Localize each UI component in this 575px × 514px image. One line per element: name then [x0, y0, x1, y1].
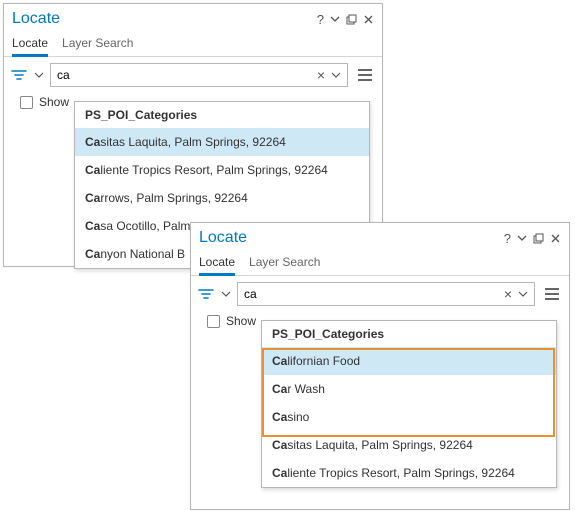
search-dropdown-icon[interactable]	[329, 71, 343, 79]
tabs: Locate Layer Search	[4, 30, 382, 57]
search-input[interactable]	[55, 66, 313, 84]
suggestion-item[interactable]: Caliente Tropics Resort, Palm Springs, 9…	[262, 459, 556, 487]
titlebar: Locate ?	[191, 223, 569, 249]
title-controls: ?	[504, 231, 561, 246]
filter-dropdown-icon[interactable]	[34, 71, 44, 79]
search-row: ×	[191, 276, 569, 312]
restore-icon[interactable]	[346, 14, 357, 25]
search-row: ×	[4, 57, 382, 93]
menu-icon[interactable]	[541, 283, 563, 305]
suggestion-item[interactable]: Caliente Tropics Resort, Palm Springs, 9…	[75, 156, 369, 184]
chevron-down-icon[interactable]	[517, 233, 527, 243]
title-controls: ?	[317, 12, 374, 27]
help-icon[interactable]: ?	[317, 12, 324, 27]
help-icon[interactable]: ?	[504, 231, 511, 246]
close-icon[interactable]	[363, 14, 374, 25]
tab-locate[interactable]: Locate	[199, 251, 235, 275]
search-box: ×	[237, 282, 535, 306]
suggestions-popup: PS_POI_Categories Californian Food Car W…	[261, 320, 557, 488]
show-label: Show	[226, 314, 256, 328]
clear-icon[interactable]: ×	[313, 67, 329, 83]
filter-icon[interactable]	[10, 66, 28, 84]
suggestion-item[interactable]: Casitas Laquita, Palm Springs, 92264	[262, 431, 556, 459]
restore-icon[interactable]	[533, 233, 544, 244]
close-icon[interactable]	[550, 233, 561, 244]
titlebar: Locate ?	[4, 4, 382, 30]
suggestion-item[interactable]: Casino	[262, 403, 556, 431]
suggestions-header: PS_POI_Categories	[75, 102, 369, 128]
search-input[interactable]	[242, 285, 500, 303]
chevron-down-icon[interactable]	[330, 14, 340, 24]
filter-dropdown-icon[interactable]	[221, 290, 231, 298]
suggestion-item[interactable]: Car Wash	[262, 375, 556, 403]
menu-icon[interactable]	[354, 64, 376, 86]
show-label: Show	[39, 95, 69, 109]
suggestion-item[interactable]: Californian Food	[262, 347, 556, 375]
search-box: ×	[50, 63, 348, 87]
show-checkbox[interactable]	[207, 315, 220, 328]
suggestion-item[interactable]: Casitas Laquita, Palm Springs, 92264	[75, 128, 369, 156]
pane-title: Locate	[199, 229, 504, 247]
show-checkbox[interactable]	[20, 96, 33, 109]
tabs: Locate Layer Search	[191, 249, 569, 276]
tab-layer-search[interactable]: Layer Search	[62, 32, 133, 56]
filter-icon[interactable]	[197, 285, 215, 303]
tab-layer-search[interactable]: Layer Search	[249, 251, 320, 275]
suggestion-item[interactable]: Carrows, Palm Springs, 92264	[75, 184, 369, 212]
pane-title: Locate	[12, 10, 317, 28]
search-dropdown-icon[interactable]	[516, 290, 530, 298]
locate-pane-2: Locate ? Locate Layer Search × Show	[190, 222, 570, 510]
suggestions-header: PS_POI_Categories	[262, 321, 556, 347]
clear-icon[interactable]: ×	[500, 286, 516, 302]
tab-locate[interactable]: Locate	[12, 32, 48, 56]
